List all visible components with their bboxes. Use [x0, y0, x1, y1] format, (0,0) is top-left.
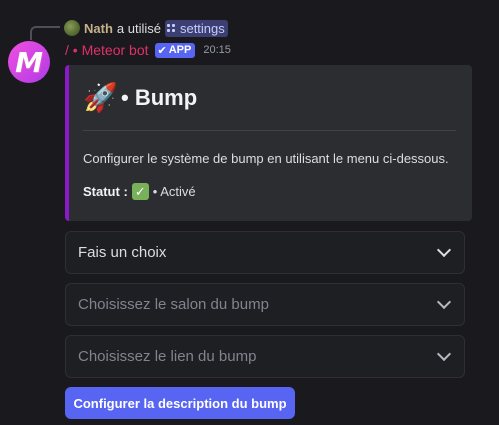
chevron-down-icon	[436, 346, 452, 362]
configure-description-button[interactable]: Configurer la description du bump	[65, 387, 295, 419]
bump-channel-select[interactable]: Choisissez le salon du bump	[65, 283, 465, 326]
reply-context[interactable]: Nath a utilisé settings	[64, 19, 228, 37]
rocket-icon: 🚀	[83, 82, 118, 113]
command-mention[interactable]: settings	[164, 19, 228, 37]
reply-action-text: a utilisé	[116, 20, 161, 36]
reply-user-name[interactable]: Nath	[84, 21, 113, 36]
avatar-logo: M	[15, 45, 43, 79]
verified-check-icon: ✔	[157, 44, 167, 57]
status-value: • Activé	[152, 184, 196, 199]
chevron-down-icon	[436, 242, 452, 258]
bump-link-select[interactable]: Choisissez le lien du bump	[65, 335, 465, 378]
reply-connector	[30, 26, 60, 40]
message-timestamp[interactable]: 20:15	[203, 44, 231, 56]
bump-link-placeholder: Choisissez le lien du bump	[78, 348, 257, 365]
status-label: Statut :	[83, 184, 128, 199]
main-choice-placeholder: Fais un choix	[78, 244, 167, 261]
message-container: Nath a utilisé settings M / • Meteor bot…	[0, 0, 499, 425]
embed-description: Configurer le système de bump en utilisa…	[83, 151, 449, 166]
bot-avatar[interactable]: M	[8, 41, 50, 83]
status-row: Statut : ✓ • Activé	[83, 183, 196, 200]
embed-title-text: • Bump	[121, 85, 198, 110]
app-badge: ✔ APP	[154, 42, 196, 58]
chevron-down-icon	[436, 294, 452, 310]
check-mark-icon: ✓	[131, 183, 149, 200]
author-prefix: / •	[65, 42, 78, 58]
command-name: settings	[179, 20, 225, 36]
bot-username[interactable]: / • Meteor bot	[65, 42, 149, 58]
message-header: / • Meteor bot ✔ APP 20:15	[65, 42, 231, 58]
slash-command-icon	[166, 23, 176, 33]
embed-divider	[83, 130, 456, 131]
reply-user-avatar[interactable]	[64, 20, 80, 36]
author-name: Meteor bot	[81, 42, 149, 58]
bump-channel-placeholder: Choisissez le salon du bump	[78, 296, 269, 313]
embed-title: 🚀 • Bump	[83, 81, 197, 115]
app-badge-label: APP	[168, 44, 192, 56]
embed-card: 🚀 • Bump Configurer le système de bump e…	[65, 65, 472, 221]
main-choice-select[interactable]: Fais un choix	[65, 231, 465, 274]
